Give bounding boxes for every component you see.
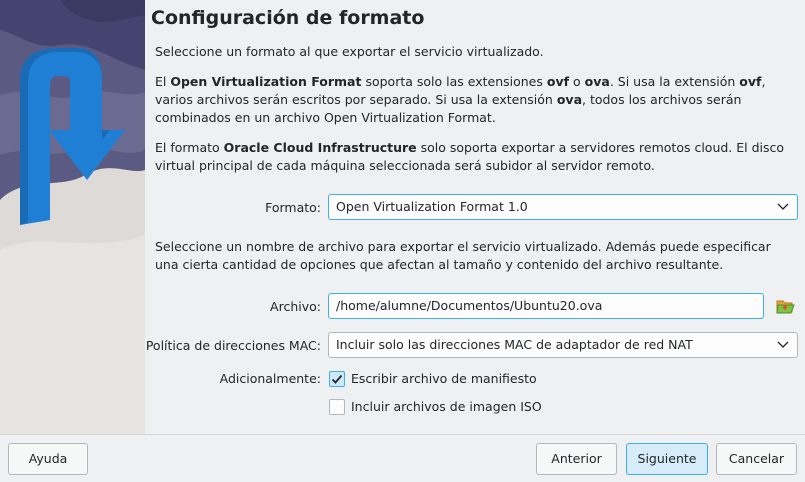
mac-policy-select[interactable]: Incluir solo las direcciones MAC de adap… xyxy=(328,332,798,358)
wizard-button-bar: Ayuda Anterior Siguiente Cancelar xyxy=(0,434,805,482)
page-title: Configuración de formato xyxy=(151,7,425,29)
export-arrow-illustration xyxy=(0,0,145,434)
file-intro-text: Seleccione un nombre de archivo para exp… xyxy=(155,239,771,272)
chevron-down-icon xyxy=(777,341,789,348)
checkmark-icon xyxy=(331,374,343,384)
help-button[interactable]: Ayuda xyxy=(8,443,88,475)
intro-text: Seleccione un formato al que exportar el… xyxy=(155,44,544,59)
oci-description: El formato Oracle Cloud Infrastructure s… xyxy=(155,140,785,173)
format-settings-page: Configuración de formato Seleccione un f… xyxy=(145,0,805,434)
chevron-down-icon xyxy=(777,203,789,210)
format-select-value: Open Virtualization Format 1.0 xyxy=(336,199,528,214)
format-select[interactable]: Open Virtualization Format 1.0 xyxy=(328,194,798,220)
choose-file-button[interactable] xyxy=(774,295,796,317)
file-path-input[interactable]: /home/alumne/Documentos/Ubuntu20.ova xyxy=(328,293,764,319)
cancel-button[interactable]: Cancelar xyxy=(716,443,797,475)
manifest-checkbox-label[interactable]: Escribir archivo de manifiesto xyxy=(351,371,537,386)
ovf-description: El Open Virtualization Format soporta so… xyxy=(155,74,766,125)
format-label: Formato: xyxy=(265,200,321,215)
manifest-checkbox[interactable] xyxy=(329,371,345,387)
file-label: Archivo: xyxy=(270,299,321,314)
folder-open-icon xyxy=(776,300,795,314)
additional-label: Adicionalmente: xyxy=(219,371,321,386)
mac-policy-label: Política de direcciones MAC: xyxy=(145,338,321,353)
wizard-side-image xyxy=(0,0,145,434)
next-button[interactable]: Siguiente xyxy=(626,443,708,475)
iso-checkbox[interactable] xyxy=(329,399,345,415)
iso-checkbox-label[interactable]: Incluir archivos de imagen ISO xyxy=(351,399,542,414)
back-button[interactable]: Anterior xyxy=(536,443,617,475)
mac-policy-value: Incluir solo las direcciones MAC de adap… xyxy=(336,337,693,352)
